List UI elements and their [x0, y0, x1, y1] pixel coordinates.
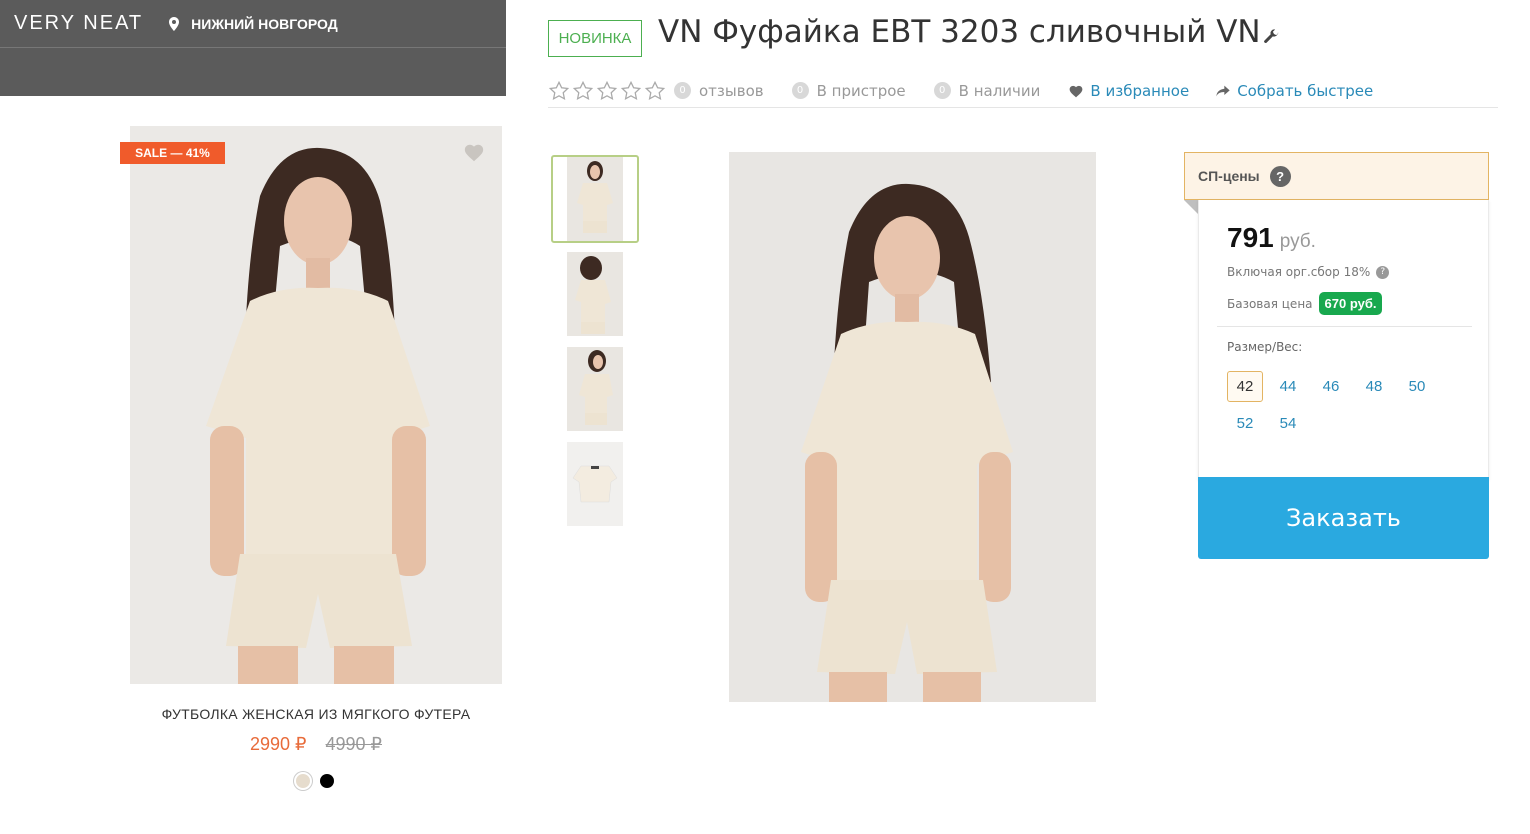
rating-stars[interactable]: [548, 80, 666, 102]
thumbnail-side-hair-image: [567, 252, 623, 336]
card-title[interactable]: ФУТБОЛКА ЖЕНСКАЯ ИЗ МЯГКОГО ФУТЕРА: [130, 706, 502, 722]
thumbnail-list: [551, 155, 639, 535]
price-currency: руб.: [1279, 231, 1316, 252]
main-product-photo[interactable]: [729, 152, 1096, 702]
size-option-42[interactable]: 42: [1227, 371, 1263, 402]
size-option-46[interactable]: 46: [1313, 371, 1349, 402]
base-price-badge: 670 руб.: [1318, 292, 1383, 315]
stock-label: В наличии: [958, 81, 1041, 100]
help-icon[interactable]: ?: [1269, 165, 1291, 187]
pristroy-link[interactable]: 0 В пристрое: [791, 81, 906, 100]
price-value-row: 791 руб.: [1227, 222, 1316, 254]
swatch-black[interactable]: [320, 774, 334, 788]
star-icon[interactable]: [572, 80, 594, 102]
brand-top-row: VERY NEAT НИЖНИЙ НОВГОРОД: [0, 0, 506, 48]
collect-faster-link[interactable]: Собрать быстрее: [1215, 82, 1373, 100]
card-price-new: 2990 ₽: [249, 734, 307, 754]
pristroy-label: В пристрое: [816, 81, 906, 100]
color-swatches: [294, 772, 334, 790]
location-pin-icon: [169, 16, 180, 31]
sp-prices-header: СП-цены ?: [1184, 152, 1489, 200]
star-icon[interactable]: [620, 80, 642, 102]
sale-badge: SALE — 41%: [120, 142, 225, 164]
location-selector[interactable]: НИЖНИЙ НОВГОРОД: [169, 16, 338, 32]
stock-link[interactable]: 0 В наличии: [933, 81, 1041, 100]
sp-prices-title: СП-цены: [1198, 168, 1260, 184]
thumbnail-front[interactable]: [551, 155, 639, 243]
wrench-icon[interactable]: [1262, 28, 1280, 46]
star-icon[interactable]: [596, 80, 618, 102]
main-model-photo: [729, 152, 1096, 702]
thumbnail-side[interactable]: [551, 345, 639, 433]
size-option-50[interactable]: 50: [1399, 371, 1435, 402]
thumbnail-flat-lay[interactable]: [551, 440, 639, 528]
pristroy-count: 0: [791, 82, 809, 99]
card-price-old: 4990 ₽: [325, 734, 383, 754]
fee-help-icon[interactable]: ?: [1376, 265, 1390, 279]
share-arrow-icon: [1216, 85, 1230, 96]
card-favorite-heart-icon[interactable]: [463, 142, 485, 164]
heart-icon: [1070, 85, 1083, 97]
base-price-label: Базовая цена: [1227, 296, 1313, 311]
brand-logo[interactable]: VERY NEAT: [14, 12, 143, 35]
collect-faster-label: Собрать быстрее: [1237, 81, 1374, 100]
product-title: VN Фуфайка ЕВТ 3203 сливочный VN: [658, 14, 1261, 50]
location-label: НИЖНИЙ НОВГОРОД: [191, 15, 338, 32]
reviews-count: 0: [674, 82, 691, 99]
price-box: 791 руб. Включая орг.сбор 18% ? Базовая ц…: [1198, 200, 1489, 480]
star-icon[interactable]: [644, 80, 666, 102]
base-price-line: Базовая цена 670 руб.: [1227, 292, 1383, 315]
size-option-52[interactable]: 52: [1227, 408, 1263, 439]
price-value: 791: [1227, 222, 1274, 253]
fee-text: Включая орг.сбор 18%: [1227, 265, 1371, 279]
star-icon[interactable]: [548, 80, 570, 102]
size-option-44[interactable]: 44: [1270, 371, 1306, 402]
size-options: 42 44 46 48 50 52 54: [1227, 371, 1467, 445]
size-label: Размер/Вес:: [1227, 340, 1303, 354]
product-card-image[interactable]: [130, 126, 502, 684]
thumbnail-side-image: [567, 347, 623, 431]
favorites-label: В избранное: [1090, 81, 1190, 100]
reviews-link[interactable]: 0 отзывов: [674, 82, 764, 100]
fee-line: Включая орг.сбор 18% ?: [1227, 265, 1390, 279]
size-option-48[interactable]: 48: [1356, 371, 1392, 402]
card-price: 2990 ₽ 4990 ₽: [130, 734, 502, 755]
swatch-cream[interactable]: [294, 772, 312, 790]
new-badge: НОВИНКА: [548, 20, 642, 57]
reviews-label: отзывов: [699, 81, 764, 100]
divider: [1217, 326, 1472, 327]
product-meta-row: 0 отзывов 0 В пристрое 0 В наличии В изб…: [548, 74, 1498, 108]
size-option-54[interactable]: 54: [1270, 408, 1306, 439]
thumbnail-flat-lay-image: [567, 442, 623, 526]
stock-count: 0: [933, 82, 951, 99]
model-photo: [130, 126, 502, 684]
header-fold-corner: [1184, 200, 1198, 214]
thumbnail-front-image: [567, 157, 623, 241]
add-to-favorites-link[interactable]: В избранное: [1068, 82, 1189, 100]
brand-header: VERY NEAT НИЖНИЙ НОВГОРОД: [0, 0, 506, 96]
order-button[interactable]: Заказать: [1198, 477, 1489, 559]
thumbnail-side-hair[interactable]: [551, 250, 639, 338]
